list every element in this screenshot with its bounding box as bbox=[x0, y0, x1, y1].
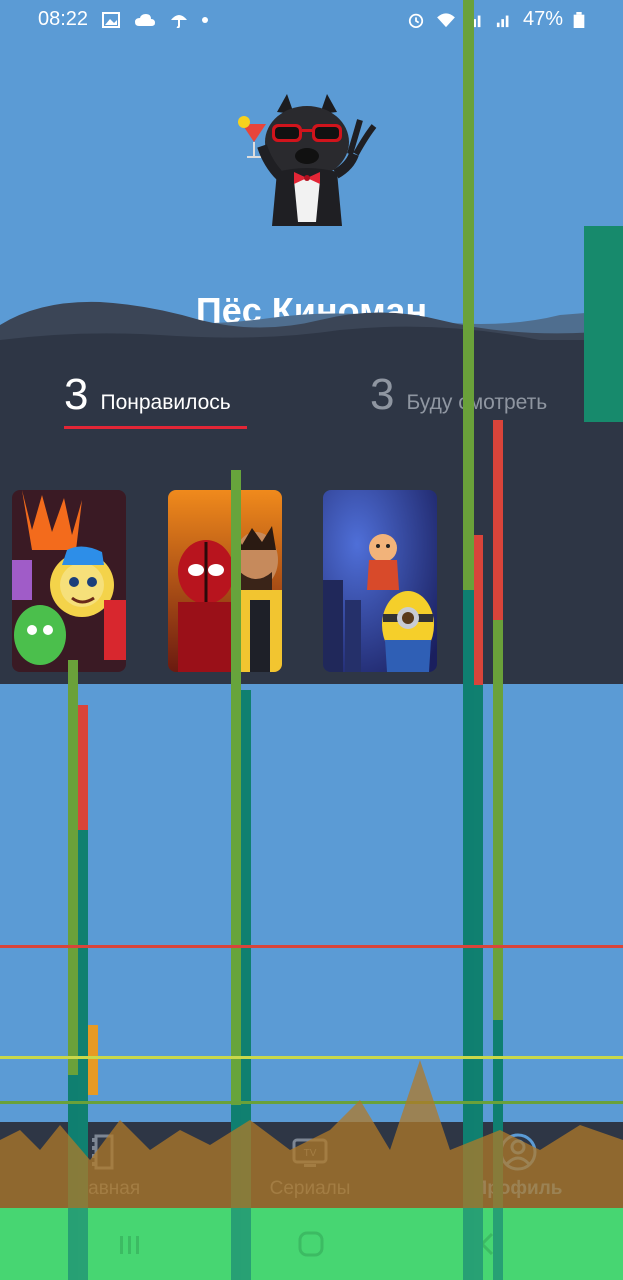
liked-label: Понравилось bbox=[100, 391, 231, 414]
nav-profile[interactable]: Профиль bbox=[448, 1132, 588, 1200]
back-icon[interactable] bbox=[468, 1228, 508, 1260]
dot-icon bbox=[202, 16, 209, 23]
liked-count: 3 bbox=[64, 370, 89, 419]
nav-profile-label: Профиль bbox=[473, 1178, 563, 1199]
system-nav bbox=[0, 1208, 623, 1280]
wifi-icon bbox=[437, 12, 455, 27]
poster-red-masked-hero[interactable] bbox=[168, 490, 282, 672]
image-icon bbox=[102, 11, 121, 28]
film-icon bbox=[92, 1134, 114, 1170]
avatar[interactable] bbox=[232, 94, 382, 226]
battery-icon bbox=[573, 11, 585, 28]
lists-panel: 3 Понравилось 3 Буду смотреть bbox=[0, 340, 623, 684]
watch-count: 3 bbox=[370, 370, 395, 419]
nav-home-label: Главная bbox=[67, 1178, 141, 1199]
poster-minion-baby[interactable] bbox=[323, 490, 437, 672]
roaming-signal-icon bbox=[496, 15, 509, 27]
status-bar: 08:22 47% bbox=[0, 0, 623, 40]
umbrella-icon bbox=[171, 14, 188, 28]
profile-icon bbox=[499, 1133, 537, 1171]
status-time: 08:22 bbox=[38, 8, 89, 30]
tab-liked[interactable]: 3 Понравилось bbox=[64, 370, 231, 420]
nav-series-label: Сериалы bbox=[269, 1178, 351, 1199]
alarm-icon bbox=[408, 13, 424, 28]
bottom-nav: Главная TV Сериалы Профиль bbox=[0, 1122, 623, 1208]
tab-watchlist[interactable]: 3 Буду смотреть bbox=[370, 370, 547, 420]
poster-animated-emotions[interactable] bbox=[12, 490, 126, 672]
active-tab-indicator bbox=[64, 426, 247, 429]
tv-icon: TV bbox=[292, 1138, 328, 1167]
nav-series[interactable]: TV Сериалы bbox=[240, 1132, 380, 1200]
nav-home[interactable]: Главная bbox=[34, 1132, 174, 1200]
svg-text:TV: TV bbox=[304, 1148, 317, 1159]
signal-icon bbox=[468, 15, 481, 27]
recents-icon[interactable] bbox=[110, 1228, 150, 1260]
watch-label: Буду смотреть bbox=[406, 391, 548, 414]
home-icon[interactable] bbox=[291, 1228, 331, 1260]
cloud-icon bbox=[135, 13, 156, 26]
battery-percent: 47% bbox=[522, 8, 563, 30]
